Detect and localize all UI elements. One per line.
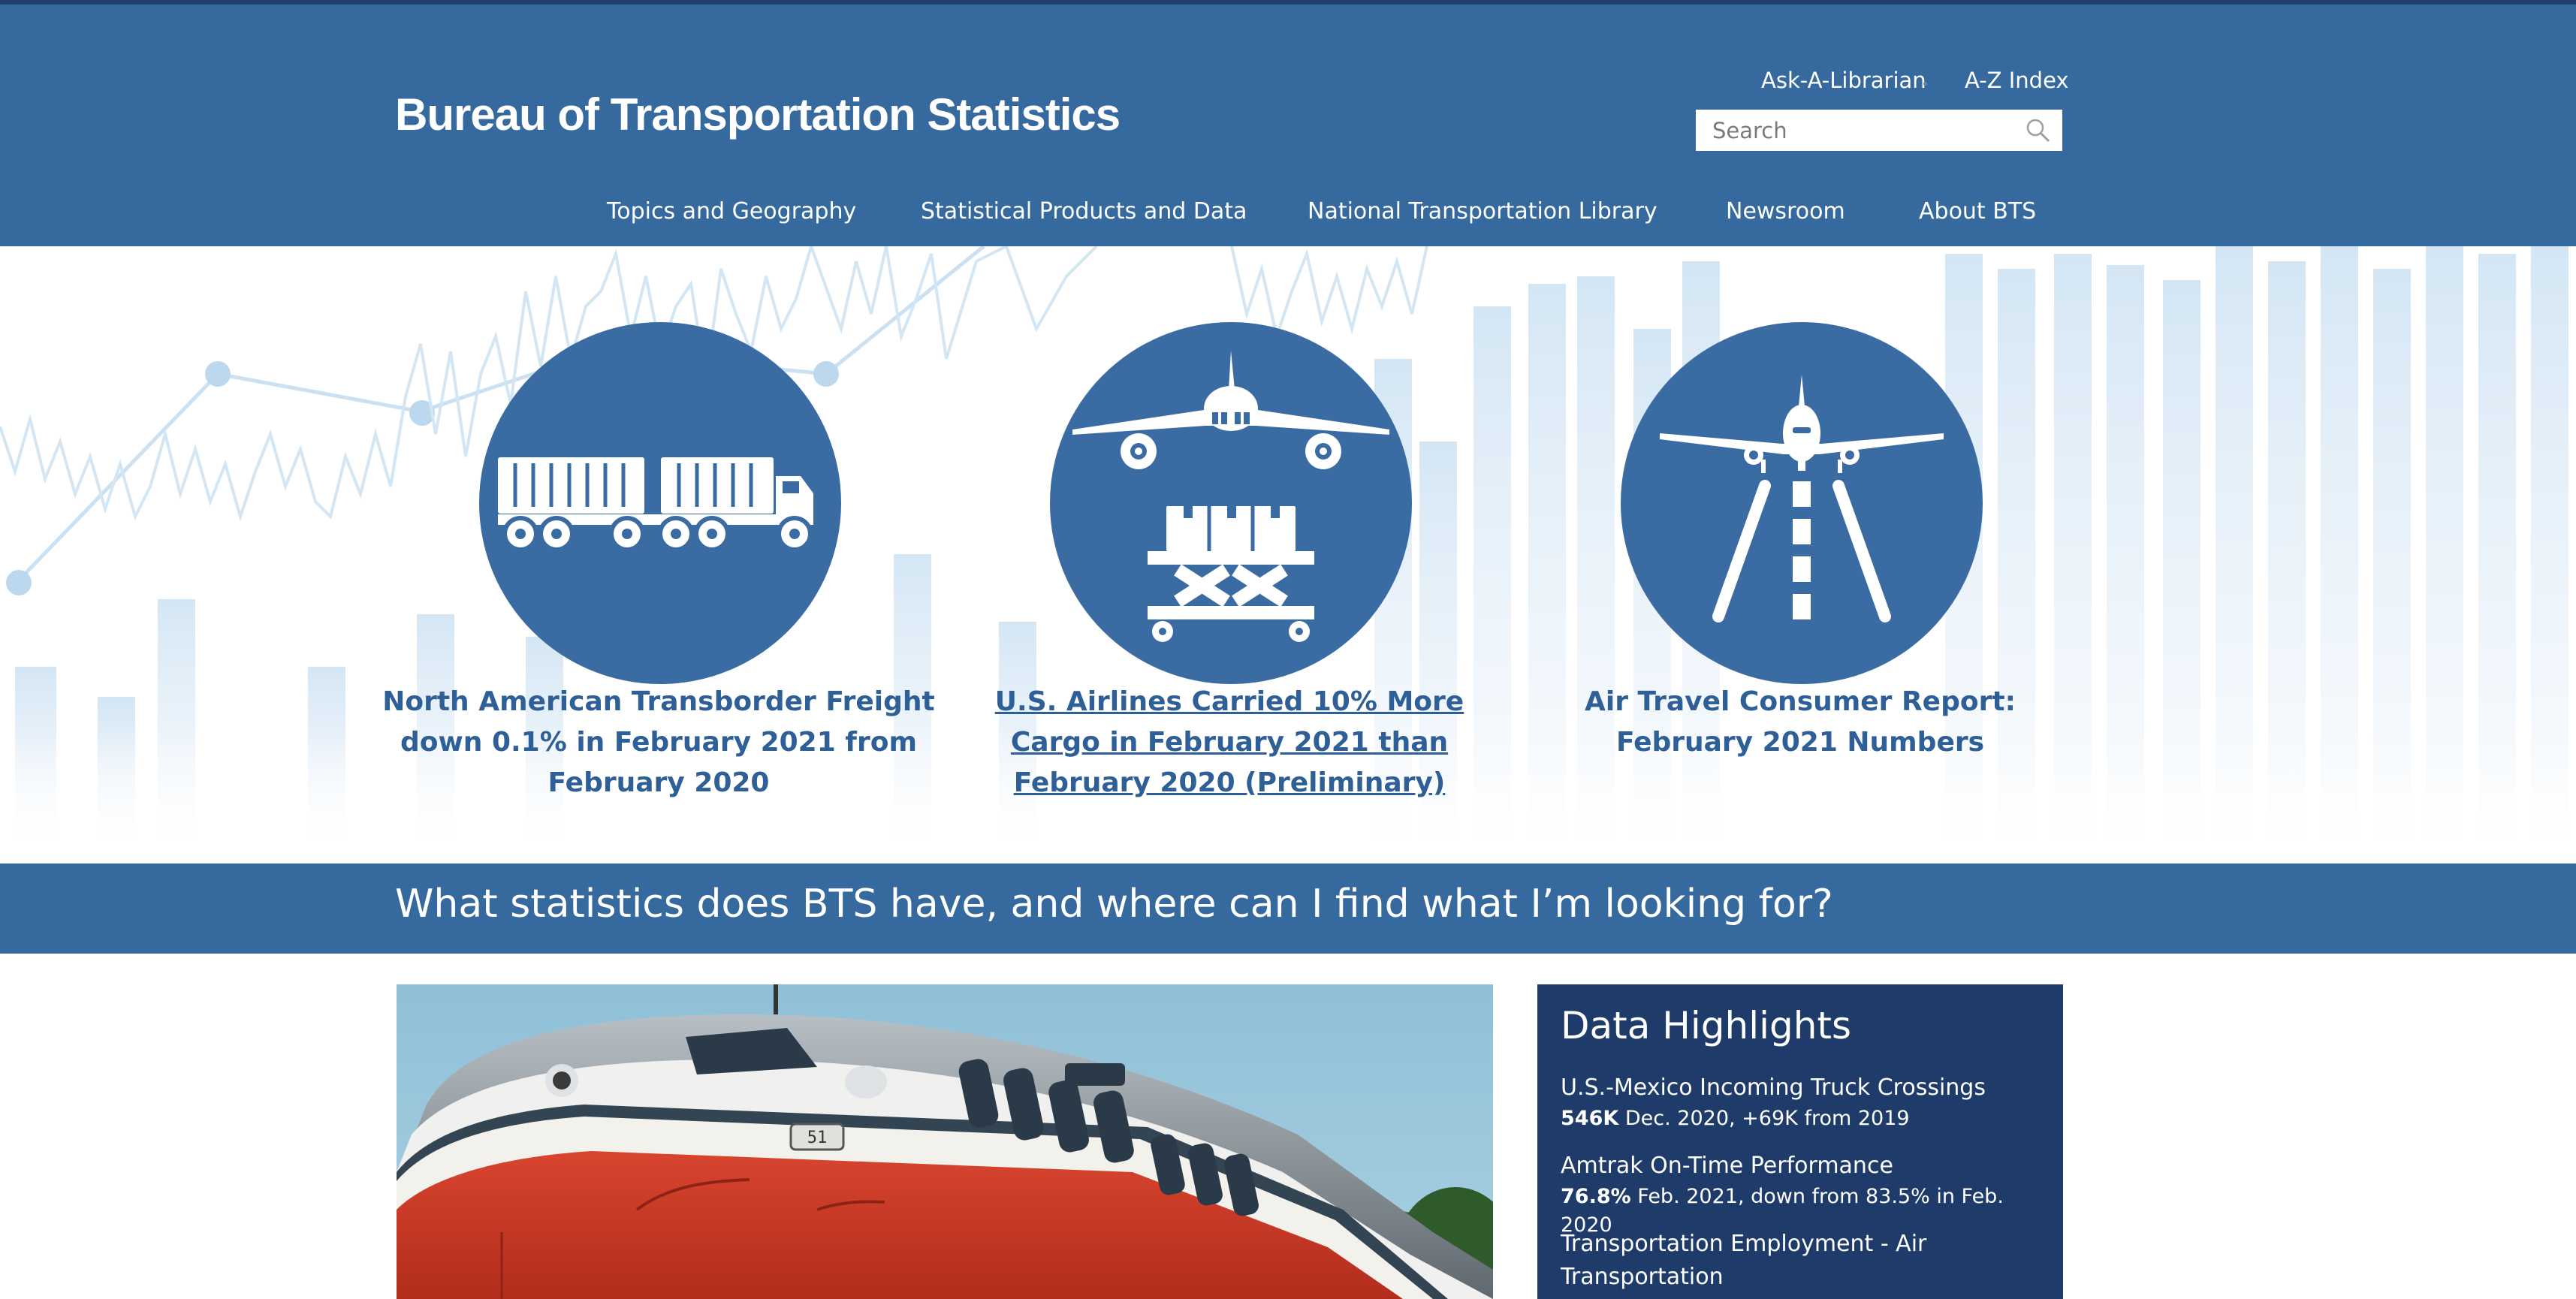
- highlight-value: 76.8%: [1561, 1185, 1631, 1208]
- highlight-item[interactable]: U.S.-Mexico Incoming Truck Crossings 546…: [1561, 1071, 2041, 1133]
- featured-link-cargo[interactable]: U.S. Airlines Carried 10% More Cargo in …: [952, 682, 1507, 803]
- nav-ntl[interactable]: National Transportation Library: [1308, 198, 1658, 225]
- nav-statistical-products[interactable]: Statistical Products and Data: [921, 198, 1247, 225]
- statistics-finder-band: What statistics does BTS have, and where…: [0, 863, 2576, 954]
- highlight-item[interactable]: Transportation Employment - Air Transpor…: [1561, 1228, 2041, 1294]
- nav-about-bts[interactable]: About BTS: [1919, 198, 2036, 225]
- truck-icon[interactable]: [479, 322, 841, 684]
- highlight-item[interactable]: Amtrak On-Time Performance 76.8% Feb. 20…: [1561, 1150, 2041, 1240]
- band-heading[interactable]: What statistics does BTS have, and where…: [395, 882, 1833, 927]
- highlight-label[interactable]: Transportation Employment - Air Transpor…: [1561, 1228, 2041, 1294]
- airplane-runway-icon[interactable]: [1621, 322, 1983, 684]
- site-header: Bureau of Transportation Statistics Ask-…: [0, 5, 2576, 246]
- ask-a-librarian-link[interactable]: Ask-A-Librarian: [1761, 68, 1926, 93]
- featured-link-transborder[interactable]: North American Transborder Freight down …: [381, 682, 937, 803]
- search-icon[interactable]: [2025, 117, 2052, 144]
- highlight-detail: 546K Dec. 2020, +69K from 2019: [1561, 1105, 2041, 1133]
- data-highlights-panel: Data Highlights U.S.-Mexico Incoming Tru…: [1537, 984, 2063, 1299]
- featured-card-air-travel: Air Travel Consumer Report: February 202…: [1522, 246, 2078, 847]
- main-nav: Topics and Geography Statistical Product…: [0, 198, 2576, 228]
- search-box: [1696, 110, 2062, 151]
- airplane-cargo-icon[interactable]: [1050, 322, 1412, 684]
- a-z-index-link[interactable]: A-Z Index: [1965, 68, 2069, 93]
- highlight-detail-text: Dec. 2020, +69K from 2019: [1624, 1107, 1910, 1130]
- highlight-label[interactable]: Amtrak On-Time Performance: [1561, 1150, 2041, 1183]
- site-logo[interactable]: Bureau of Transportation Statistics: [395, 89, 1121, 140]
- highlight-value: 546K: [1561, 1107, 1619, 1130]
- featured-link-air-travel[interactable]: Air Travel Consumer Report: February 202…: [1522, 682, 2078, 763]
- svg-text:51: 51: [807, 1129, 828, 1147]
- highlight-label[interactable]: U.S.-Mexico Incoming Truck Crossings: [1561, 1071, 2041, 1105]
- data-highlights-title: Data Highlights: [1561, 1004, 1852, 1047]
- featured-hero: North American Transborder Freight down …: [0, 246, 2576, 847]
- nav-newsroom[interactable]: Newsroom: [1726, 198, 1845, 225]
- search-input[interactable]: [1696, 110, 2011, 151]
- featured-card-cargo: U.S. Airlines Carried 10% More Cargo in …: [952, 246, 1507, 847]
- nav-topics-geography[interactable]: Topics and Geography: [607, 198, 856, 225]
- separator-dot: [1923, 82, 1927, 86]
- featured-card-transborder: North American Transborder Freight down …: [381, 246, 937, 847]
- train-photo[interactable]: 51: [397, 984, 1493, 1299]
